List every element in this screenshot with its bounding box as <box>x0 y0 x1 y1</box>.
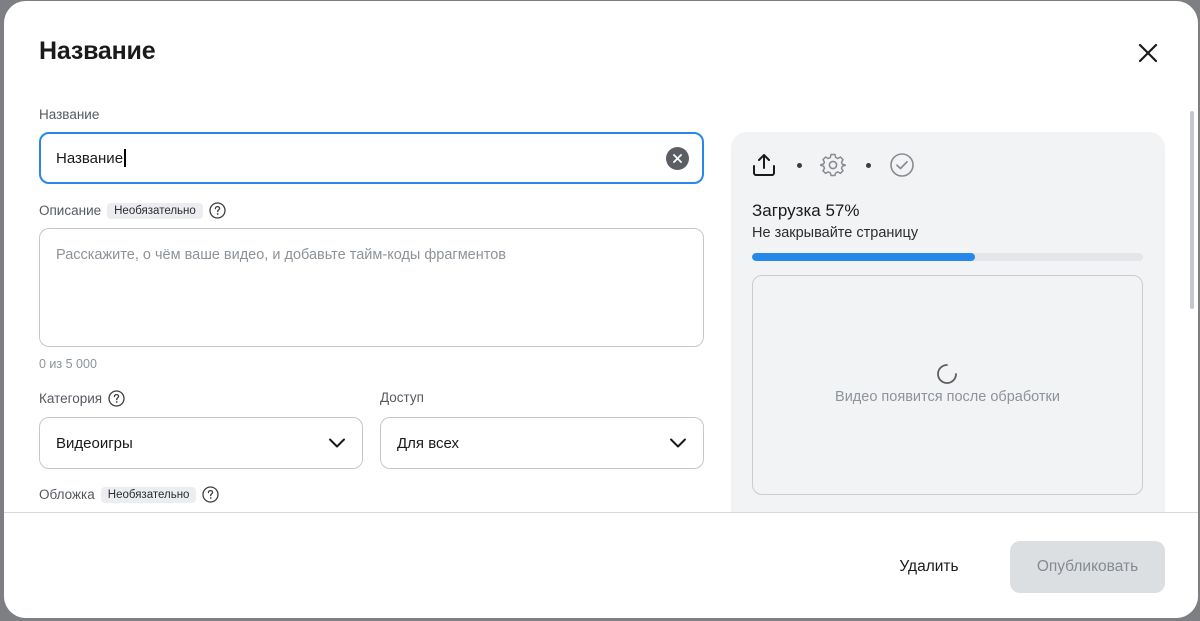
upload-steps <box>751 152 915 178</box>
access-label-row: Доступ <box>380 390 424 405</box>
description-label: Описание <box>39 203 102 218</box>
upload-progress-title: Загрузка 57% <box>752 201 860 220</box>
description-char-counter: 0 из 5 000 <box>39 357 97 371</box>
loading-spinner-icon <box>937 364 957 384</box>
scrollbar-thumb[interactable] <box>1190 111 1194 309</box>
upload-progress-fill <box>752 253 975 261</box>
upload-warning-text: Не закрывайте страницу <box>752 225 919 241</box>
description-label-row: Описание Необязательно <box>39 202 226 219</box>
publish-button[interactable]: Опубликовать <box>1010 541 1165 593</box>
access-select[interactable]: Для всех <box>380 417 704 469</box>
text-caret <box>124 149 126 167</box>
access-label: Доступ <box>380 390 424 405</box>
category-select[interactable]: Видеоигры <box>39 417 363 469</box>
question-icon <box>209 202 226 219</box>
delete-button[interactable]: Удалить <box>880 541 978 593</box>
category-value: Видеоигры <box>56 434 133 452</box>
step-separator <box>797 162 802 168</box>
chevron-down-icon <box>329 438 345 448</box>
dialog-title: Название <box>39 37 156 65</box>
description-help-button[interactable] <box>209 202 226 219</box>
description-placeholder: Расскажите, о чём ваше видео, и добавьте… <box>56 247 506 263</box>
gear-icon <box>820 153 846 177</box>
title-input-value: Название <box>56 149 124 167</box>
category-help-button[interactable] <box>108 390 125 407</box>
upload-icon <box>753 154 775 176</box>
title-label: Название <box>39 107 100 122</box>
upload-progress-bar <box>752 253 1143 261</box>
cover-label-row: Обложка Необязательно <box>39 486 220 503</box>
category-label: Категория <box>39 391 103 406</box>
access-value: Для всех <box>397 434 460 452</box>
optional-badge: Необязательно <box>107 202 203 219</box>
cover-label: Обложка <box>39 487 95 502</box>
clear-input-button[interactable] <box>666 147 689 170</box>
title-input[interactable]: Название <box>39 132 704 184</box>
upload-status-panel: Загрузка 57% Не закрывайте страницу Виде… <box>731 132 1165 532</box>
cover-help-button[interactable] <box>202 486 220 503</box>
dialog-footer: Удалить Опубликовать <box>4 512 1198 618</box>
close-icon <box>1138 43 1158 63</box>
close-button[interactable] <box>1134 39 1162 67</box>
clear-icon <box>673 154 682 163</box>
upload-video-dialog: Название Название Название Описание Необ… <box>4 1 1198 618</box>
question-icon <box>108 390 125 407</box>
chevron-down-icon <box>670 438 686 448</box>
step-separator <box>866 162 871 168</box>
optional-badge: Необязательно <box>100 486 197 503</box>
video-preview-placeholder: Видео появится после обработки <box>752 275 1143 495</box>
preview-status-text: Видео появится после обработки <box>835 389 1060 405</box>
question-icon <box>202 486 220 503</box>
description-textarea[interactable]: Расскажите, о чём ваше видео, и добавьте… <box>39 228 704 347</box>
category-label-row: Категория <box>39 390 125 407</box>
check-circle-icon <box>890 153 914 177</box>
